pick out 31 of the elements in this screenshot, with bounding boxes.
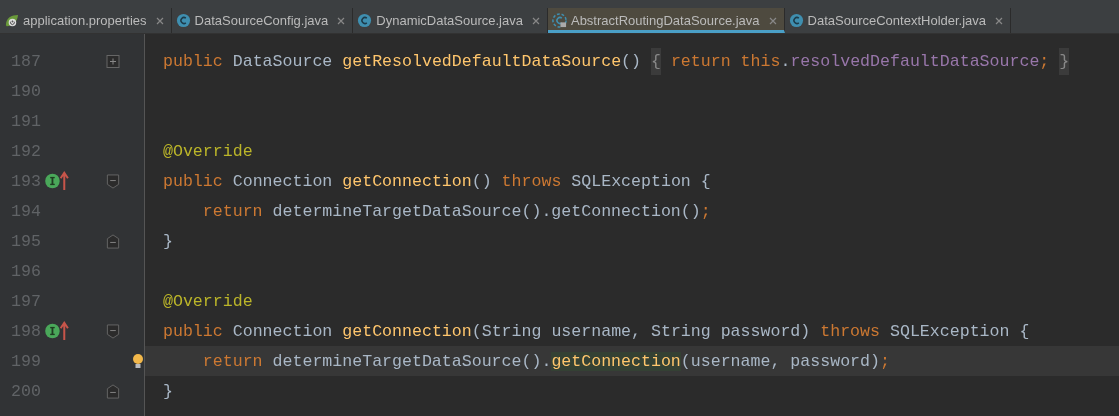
close-icon[interactable]: [767, 15, 778, 26]
collapse-icon[interactable]: [106, 233, 120, 249]
collapse-icon[interactable]: [106, 173, 120, 189]
class-icon: [788, 13, 804, 28]
file-tab[interactable]: AbstractRoutingDataSource.java: [547, 8, 785, 33]
expand-icon[interactable]: [106, 53, 120, 69]
code-line: public Connection getConnection(String username, String password) throws SQLException {: [162, 321, 1030, 341]
code-line: @Override: [162, 291, 253, 311]
collapse-icon[interactable]: [106, 383, 120, 399]
collapse-icon[interactable]: [106, 323, 120, 339]
close-icon[interactable]: [154, 15, 165, 26]
class-icon: [357, 13, 373, 28]
code-line: }: [162, 381, 173, 401]
abstract-class-icon: [551, 13, 567, 28]
implements-method-icon[interactable]: [44, 171, 70, 191]
close-icon[interactable]: [530, 15, 541, 26]
file-tab[interactable]: application.properties: [0, 8, 172, 33]
file-tab[interactable]: DynamicDataSource.java: [353, 8, 548, 33]
code-line: }: [162, 231, 173, 251]
file-tab[interactable]: DataSourceConfig.java: [171, 8, 354, 33]
close-icon[interactable]: [994, 15, 1005, 26]
leaf-icon: [4, 13, 19, 28]
code-line: return determineTargetDataSource().getConnection(username, password);: [201, 351, 890, 371]
close-icon[interactable]: [336, 15, 347, 26]
lightbulb-icon[interactable]: [132, 353, 144, 369]
code-line: return determineTargetDataSource().getConnection();: [201, 201, 711, 221]
class-icon: [175, 13, 191, 28]
implements-method-icon[interactable]: [44, 321, 70, 341]
file-tab[interactable]: DataSourceContextHolder.java: [784, 8, 1012, 33]
code-line: public Connection getConnection() throws SQLException {: [162, 171, 711, 191]
code-line: @Override: [162, 141, 253, 161]
